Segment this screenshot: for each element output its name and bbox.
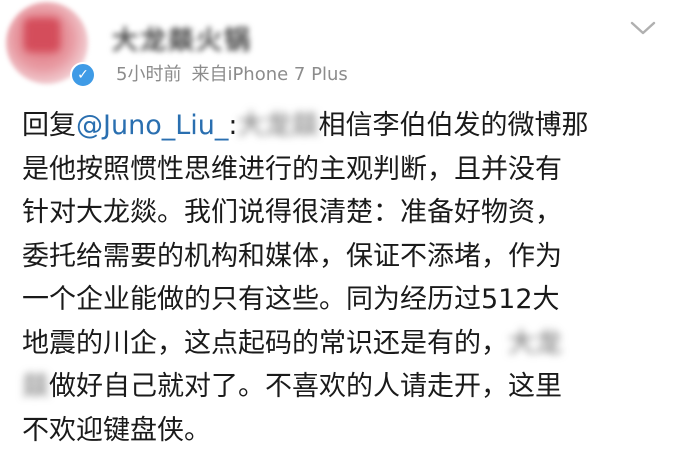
post-line: 一个企业能做的只有这些。同为经历过512大 (22, 278, 662, 322)
redacted-text: 大龙燚 (237, 110, 318, 141)
post-text: 相信李伯伯发的微博那 (318, 110, 588, 141)
author-name[interactable]: 大龙燚火锅 (112, 20, 252, 57)
redacted-text: 燚 (22, 371, 49, 402)
reply-prefix: 回复 (22, 110, 76, 141)
post-meta: 5小时前来自iPhone 7 Plus (116, 60, 348, 86)
post-line: 委托给需要的机构和媒体，保证不添堵，作为 (22, 235, 662, 279)
post-line: 地震的川企，这点起码的常识还是有的，大龙 (22, 322, 662, 366)
post-header: ✓ 大龙燚火锅 5小时前来自iPhone 7 Plus (0, 0, 676, 100)
post-line: 是他按照惯性思维进行的主观判断，且并没有 (22, 148, 662, 192)
post-body: 回复@Juno_Liu_:大龙燚相信李伯伯发的微博那 是他按照惯性思维进行的主观… (22, 104, 662, 452)
post-time: 5小时前 (116, 64, 181, 85)
post-line: 燚做好自己就对了。不喜欢的人请走开，这里 (22, 365, 662, 409)
post-source: 来自iPhone 7 Plus (191, 64, 347, 85)
avatar-image (24, 18, 60, 52)
post-line: 回复@Juno_Liu_:大龙燚相信李伯伯发的微博那 (22, 104, 662, 148)
post-text: 做好自己就对了。不喜欢的人请走开，这里 (49, 371, 562, 402)
verified-badge-icon: ✓ (70, 62, 96, 88)
post-text: 地震的川企，这点起码的常识还是有的， (22, 328, 508, 359)
post-line: 不欢迎键盘侠。 (22, 409, 662, 452)
post-line: 针对大龙燚。我们说得很清楚：准备好物资， (22, 191, 662, 235)
redacted-text: 大龙 (508, 328, 562, 359)
chevron-down-icon[interactable] (628, 18, 658, 38)
mention-link[interactable]: @Juno_Liu_ (76, 110, 228, 141)
